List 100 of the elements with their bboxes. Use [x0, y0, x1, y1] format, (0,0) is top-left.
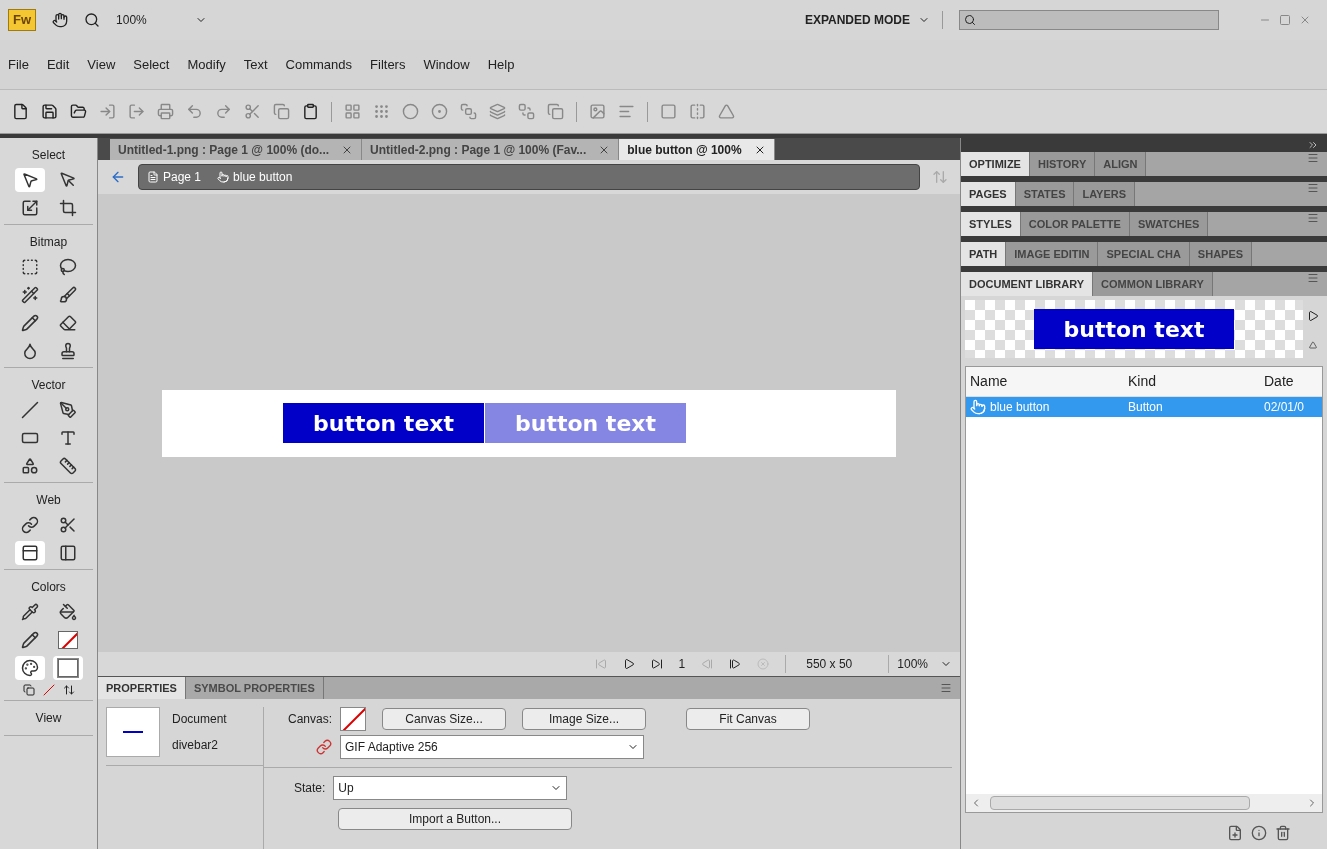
state-label: State: [294, 780, 326, 797]
menu-item[interactable]: Modify [187, 54, 226, 75]
eraser-icon[interactable] [58, 314, 77, 332]
new-file-icon[interactable] [12, 103, 29, 120]
panel-menu-icon[interactable] [1307, 272, 1319, 284]
menu-item[interactable]: Filters [370, 54, 406, 75]
text-tool-icon[interactable] [58, 429, 77, 447]
menu-item[interactable]: Edit [46, 54, 70, 75]
panel-menu-icon[interactable] [1307, 212, 1319, 224]
fill-swatch[interactable] [57, 659, 78, 677]
panel-menu-icon[interactable] [1307, 152, 1319, 164]
page-icon [147, 171, 159, 183]
breadcrumb-item[interactable]: Page 1 [163, 168, 202, 186]
brush-icon[interactable] [58, 286, 77, 304]
info-icon[interactable] [1251, 825, 1267, 841]
item-date: 02/01/0 [1263, 399, 1306, 416]
document-type: Document [172, 711, 227, 728]
menu-item[interactable]: File [8, 54, 29, 75]
document-tab[interactable]: Untitled-1.png : Page 1 @ 100% (do... [110, 139, 363, 160]
zoom-level[interactable]: 100% [116, 11, 147, 29]
new-symbol-icon[interactable] [1227, 825, 1243, 841]
breadcrumb-item[interactable]: blue button [233, 168, 293, 186]
subselect-icon[interactable] [58, 171, 77, 189]
canvas-label: Canvas: [288, 711, 333, 728]
tools-section-title: View [35, 710, 62, 727]
scale-icon[interactable] [20, 199, 39, 217]
save-icon[interactable] [41, 103, 58, 120]
tools-section-title: Colors [31, 579, 66, 596]
line-icon[interactable] [20, 401, 39, 419]
workspace-button[interactable]: EXPANDED MODE [804, 11, 943, 29]
stamp-icon[interactable] [58, 342, 77, 360]
no-color-icon[interactable] [42, 684, 55, 696]
column-header[interactable]: Date [1260, 371, 1298, 392]
eyedropper-icon[interactable] [20, 603, 39, 621]
pencil-icon[interactable] [20, 631, 39, 649]
crop-icon[interactable] [58, 199, 77, 217]
back-arrow-icon[interactable] [110, 169, 126, 185]
menu-item[interactable]: Text [243, 54, 268, 75]
panel-tab[interactable]: COMMON LIBRARY [1093, 272, 1213, 296]
canvas-color-swatch[interactable] [340, 707, 367, 731]
properties-button[interactable]: Fit Canvas [686, 708, 811, 730]
panel-menu-icon[interactable] [1307, 182, 1319, 194]
tools-section-title: Web [36, 492, 61, 509]
hand-icon[interactable] [52, 12, 69, 28]
properties-button[interactable]: Canvas Size... [382, 708, 507, 730]
hotspot-icon[interactable] [20, 516, 39, 534]
search-field[interactable] [959, 10, 1219, 30]
paint-bucket-icon[interactable] [58, 603, 77, 621]
document-name: divebar2 [172, 737, 220, 754]
panel-tab[interactable]: OPTIMIZE [961, 152, 1030, 176]
export-format-dropdown[interactable]: GIF Adaptive 256 [340, 735, 644, 759]
menu-item[interactable]: Window [423, 54, 470, 75]
panel-tab[interactable]: DOCUMENT LIBRARY [961, 272, 1094, 296]
menu-item[interactable]: Select [133, 54, 170, 75]
stroke-swatch[interactable] [57, 631, 78, 649]
menu-item[interactable]: View [87, 54, 116, 75]
column-header[interactable]: Kind [1124, 371, 1260, 392]
pencil-icon[interactable] [20, 314, 39, 332]
play-icon[interactable] [622, 658, 635, 670]
panel-tab[interactable]: COLOR PALETTE [1020, 212, 1130, 236]
canvas-size-readout: 550 x 50 [785, 655, 873, 673]
frame-number: 1 [678, 656, 686, 673]
swap-colors-icon[interactable] [62, 684, 75, 696]
panel-tab[interactable]: PATH [961, 242, 1007, 266]
column-header[interactable]: Name [966, 371, 1124, 392]
open-icon[interactable] [70, 103, 87, 120]
item-kind: Button [1127, 399, 1164, 416]
delete-icon[interactable] [1275, 825, 1291, 841]
tools-section-title: Select [31, 147, 66, 164]
zoom-dropdown[interactable]: 100% [888, 655, 952, 673]
menu-item[interactable]: Help [487, 54, 515, 75]
freeform-icon[interactable] [20, 457, 39, 475]
panel-menu-icon[interactable] [940, 682, 952, 694]
collapse-icon[interactable] [1307, 139, 1319, 151]
pen-icon[interactable] [58, 401, 77, 419]
document-thumbnail [106, 707, 160, 757]
play-icon[interactable] [1307, 309, 1319, 322]
search-icon [964, 14, 976, 26]
magic-wand-icon[interactable] [20, 286, 39, 304]
panel-tab[interactable]: STYLES [961, 212, 1021, 236]
tools-section-title: Bitmap [29, 234, 68, 251]
app-logo: Fw [8, 9, 37, 31]
import-button[interactable]: Import a Button... [338, 808, 572, 830]
zoom-icon[interactable] [84, 12, 101, 28]
tools-section-title: Vector [31, 377, 66, 394]
item-name: blue button [990, 399, 1050, 416]
last-frame-icon[interactable] [650, 658, 663, 670]
pointer-icon[interactable] [20, 171, 39, 189]
document-tab[interactable]: Untitled-2.png : Page 1 @ 100% (Fav... [362, 139, 620, 160]
state-dropdown[interactable]: Up [333, 776, 568, 800]
panel-tab[interactable]: PROPERTIES [98, 677, 186, 699]
paste-icon[interactable] [302, 103, 319, 120]
next-frame-icon[interactable] [729, 658, 742, 670]
document-tab[interactable]: blue button @ 100% [619, 139, 775, 160]
panel-tab[interactable]: PAGES [961, 182, 1016, 206]
lasso-icon[interactable] [58, 258, 77, 276]
menu-item[interactable]: Commands [285, 54, 353, 75]
properties-button[interactable]: Image Size... [522, 708, 647, 730]
slice-icon[interactable] [58, 516, 77, 534]
marquee-icon[interactable] [20, 258, 39, 276]
